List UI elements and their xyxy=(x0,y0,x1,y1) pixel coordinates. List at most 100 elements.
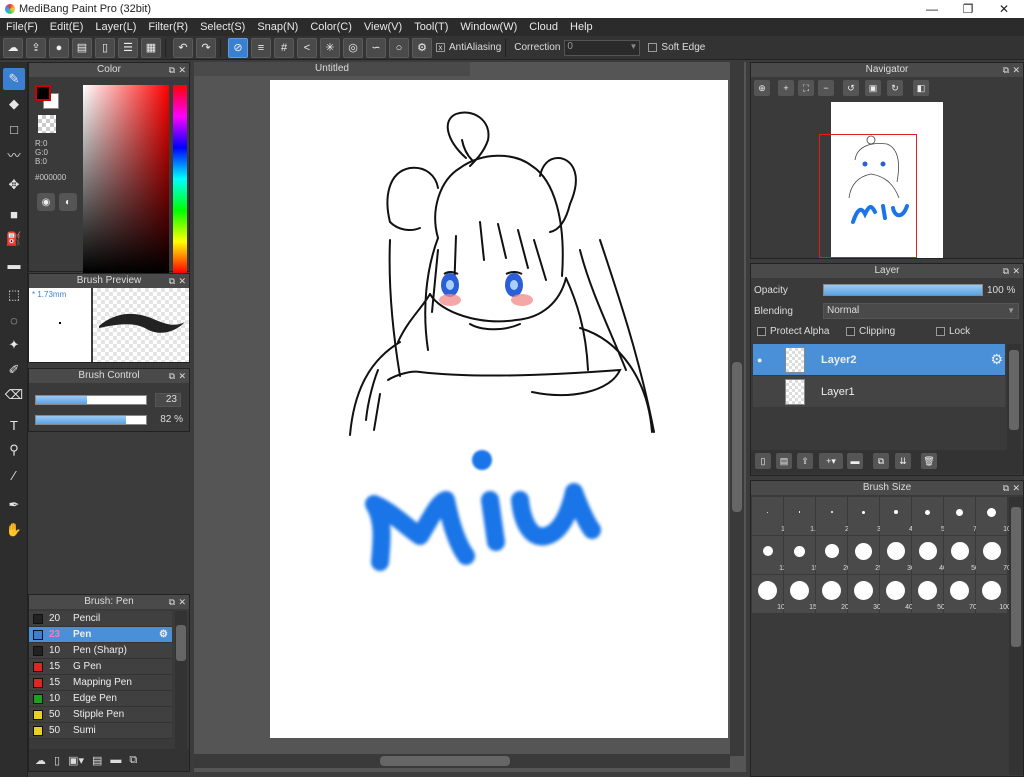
antialiasing-checkbox[interactable]: x xyxy=(436,43,445,52)
brush-size-option[interactable]: 3 xyxy=(848,497,881,535)
hand-tool-icon[interactable]: ✋ xyxy=(3,519,25,541)
new-brush-icon[interactable]: ▯ xyxy=(54,754,60,767)
redo-icon[interactable]: ↷ xyxy=(196,37,216,58)
menu-layer[interactable]: Layer(L) xyxy=(89,21,142,33)
folder-icon[interactable]: ▬ xyxy=(110,754,121,766)
foreground-color-swatch[interactable] xyxy=(35,85,51,101)
brush-item[interactable]: 23 Pen ⚙ xyxy=(29,627,172,643)
menu-help[interactable]: Help xyxy=(564,21,599,33)
dot-tool-icon[interactable]: □ xyxy=(3,118,25,140)
close-button[interactable]: ✕ xyxy=(986,0,1022,18)
brush-size-option[interactable]: 100 xyxy=(752,575,789,613)
layer-opacity-slider[interactable] xyxy=(823,284,983,296)
brush-size-option[interactable]: 700 xyxy=(944,575,981,613)
zoom-in-icon[interactable]: + xyxy=(778,80,794,96)
brush-size-option[interactable]: 1 xyxy=(752,497,785,535)
add-layer-dropdown-icon[interactable]: +▾ xyxy=(819,453,843,469)
brush-item[interactable]: 15 Mapping Pen xyxy=(29,675,172,691)
add-brush-icon[interactable]: ☁ xyxy=(35,754,46,767)
menu-color[interactable]: Color(C) xyxy=(304,21,358,33)
brush-size-scrollbar[interactable] xyxy=(1009,497,1023,775)
popout-icon[interactable]: ⧉ xyxy=(169,369,175,383)
rotate-right-icon[interactable]: ↻ xyxy=(887,80,903,96)
eyedropper-tool-icon[interactable]: ✒ xyxy=(3,494,25,516)
close-icon[interactable]: ✕ xyxy=(178,63,186,77)
actual-size-icon[interactable]: ⛶ xyxy=(798,80,814,96)
snap-circle-icon[interactable]: ◎ xyxy=(343,37,363,58)
antialiasing-option[interactable]: x AntiAliasing xyxy=(436,42,501,53)
brush-item[interactable]: 50 Sumi xyxy=(29,723,172,739)
scrollbar-thumb[interactable] xyxy=(176,625,186,661)
color-settings-icon[interactable]: ◐ xyxy=(59,193,77,211)
soft-edge-option[interactable]: Soft Edge xyxy=(648,42,705,53)
brush-list-scrollbar[interactable] xyxy=(175,611,187,751)
menu-select[interactable]: Select(S) xyxy=(194,21,251,33)
brush-size-option[interactable]: 7 xyxy=(944,497,977,535)
gradient-tool-icon[interactable]: ▬ xyxy=(3,253,25,275)
menu-filter[interactable]: Filter(R) xyxy=(142,21,194,33)
duplicate-icon[interactable]: ⧉ xyxy=(129,754,137,767)
layer-row[interactable]: ● Layer2 ⚙ xyxy=(753,344,1005,375)
brush-size-option[interactable]: 15 xyxy=(784,536,819,574)
correction-select[interactable]: 0 ▼ xyxy=(564,39,641,56)
curve-tool-icon[interactable]: 〰 xyxy=(3,143,25,165)
close-icon[interactable]: ✕ xyxy=(1012,481,1020,495)
rotate-left-icon[interactable]: ↺ xyxy=(843,80,859,96)
brush-size-option[interactable]: 1000 xyxy=(976,575,1015,613)
popout-icon[interactable]: ⧉ xyxy=(169,595,175,609)
trash-icon[interactable]: 🗑 xyxy=(921,453,937,469)
menu-view[interactable]: View(V) xyxy=(358,21,408,33)
close-icon[interactable]: ✕ xyxy=(178,274,186,288)
brush-tool-icon[interactable]: ✎ xyxy=(3,68,25,90)
brush-size-option[interactable]: 300 xyxy=(848,575,885,613)
navigator-preview[interactable] xyxy=(753,100,1021,258)
snap-perspective-icon[interactable]: < xyxy=(297,37,317,58)
operation-tool-icon[interactable]: ⚲ xyxy=(3,439,25,461)
folder-icon[interactable]: ▬ xyxy=(847,453,863,469)
brush-item[interactable]: 20 Pencil xyxy=(29,611,172,627)
snap-curve-icon[interactable]: ∽ xyxy=(366,37,386,58)
menu-window[interactable]: Window(W) xyxy=(454,21,523,33)
snap-radial-icon[interactable]: ✳ xyxy=(320,37,340,58)
duplicate-layer-icon[interactable]: ⧉ xyxy=(873,453,889,469)
transparent-color-swatch[interactable] xyxy=(38,115,56,133)
layer-row[interactable]: Layer1 xyxy=(753,376,1005,407)
menu-edit[interactable]: Edit(E) xyxy=(44,21,90,33)
brush-size-option[interactable]: 40 xyxy=(912,536,947,574)
brush-size-option[interactable]: 12 xyxy=(752,536,787,574)
text-tool-icon[interactable]: T xyxy=(3,414,25,436)
minimize-button[interactable]: — xyxy=(914,0,950,18)
brush-size-option[interactable]: 70 xyxy=(976,536,1011,574)
bucket-tool-icon[interactable]: ⛽ xyxy=(3,228,25,250)
soft-edge-checkbox[interactable] xyxy=(648,43,658,52)
add-dropdown-icon[interactable]: ▣▾ xyxy=(68,754,84,767)
zoom-fit-icon[interactable]: ⊕ xyxy=(754,80,770,96)
document-icon[interactable]: ▯ xyxy=(95,37,115,58)
navigator-viewport-frame[interactable] xyxy=(819,134,917,258)
lock-checkbox[interactable] xyxy=(936,327,945,336)
lock-option[interactable]: Lock xyxy=(936,326,970,337)
gear-icon[interactable]: ⚙ xyxy=(990,351,1003,368)
brush-settings-icon[interactable]: ▤ xyxy=(92,754,102,767)
chat-icon[interactable]: ▤ xyxy=(72,37,92,58)
merge-layer-icon[interactable]: ⇊ xyxy=(895,453,911,469)
snap-ellipse-icon[interactable]: ○ xyxy=(389,37,409,58)
saturation-value-picker[interactable] xyxy=(83,85,169,273)
undo-icon[interactable]: ↶ xyxy=(173,37,193,58)
checklist-icon[interactable]: ▦ xyxy=(141,37,161,58)
scrollbar-thumb[interactable] xyxy=(380,756,510,766)
popout-icon[interactable]: ⧉ xyxy=(169,274,175,288)
new-halftone-layer-icon[interactable]: ▤ xyxy=(776,453,792,469)
brush-size-option[interactable]: 400 xyxy=(880,575,917,613)
brush-item[interactable]: 15 G Pen xyxy=(29,659,172,675)
menu-tool[interactable]: Tool(T) xyxy=(408,21,454,33)
brush-item[interactable]: 10 Edge Pen xyxy=(29,691,172,707)
brush-size-option[interactable]: 25 xyxy=(848,536,883,574)
select-rect-tool-icon[interactable]: ⬚ xyxy=(3,284,25,306)
brush-size-option[interactable]: 2 xyxy=(816,497,849,535)
document-tab[interactable]: Untitled xyxy=(194,62,470,76)
close-icon[interactable]: ✕ xyxy=(178,595,186,609)
settings-icon[interactable]: ⚙ xyxy=(412,37,432,58)
canvas-horizontal-scrollbar[interactable] xyxy=(194,754,730,768)
snap-parallel-icon[interactable]: ≡ xyxy=(251,37,271,58)
